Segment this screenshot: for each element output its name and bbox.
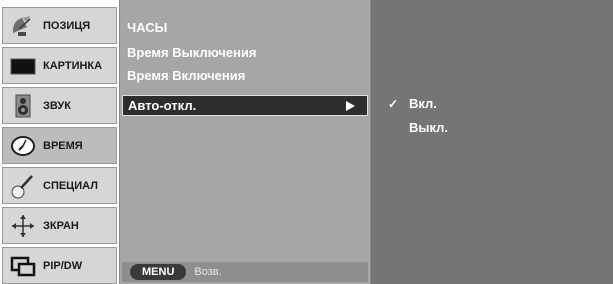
sidebar-item-label: ВРЕМЯ	[43, 139, 83, 152]
arrow-right-icon	[346, 101, 355, 111]
screen-icon	[9, 52, 37, 80]
option-on[interactable]: Вкл.	[409, 96, 437, 111]
sidebar-item-label: КАРТИНКА	[43, 59, 103, 72]
screen-adjust-icon	[9, 212, 37, 240]
sidebar-item-label: ПОЗИЦЯ	[43, 19, 91, 32]
auto-off-submenu: ✓ Вкл. Выкл.	[371, 0, 613, 284]
menu-item-clock[interactable]: ЧАСЫ	[127, 20, 167, 35]
sidebar-item-time[interactable]: ВРЕМЯ	[2, 127, 117, 164]
speaker-icon	[9, 92, 37, 120]
menu-item-on-time[interactable]: Время Включения	[127, 68, 245, 83]
menu-button[interactable]: MENU	[130, 264, 187, 280]
menu-item-off-time[interactable]: Время Выключения	[127, 45, 256, 60]
sidebar-item-screen[interactable]: ЗКРАН	[2, 207, 117, 244]
sidebar-item-sound[interactable]: ЗВУК	[2, 87, 117, 124]
menu-footer: MENU Возв.	[122, 262, 368, 282]
time-menu-panel: ЧАСЫ Время Выключения Время Включения Ав…	[119, 0, 371, 284]
special-icon	[9, 172, 37, 200]
pip-icon	[9, 252, 37, 280]
satellite-dish-icon	[9, 12, 37, 40]
sidebar-item-label: СПЕЦИАЛ	[43, 179, 98, 192]
option-off[interactable]: Выкл.	[409, 120, 448, 135]
menu-item-auto-off[interactable]: Авто-откл.	[122, 95, 368, 116]
sidebar-item-position[interactable]: ПОЗИЦЯ	[2, 7, 117, 44]
sidebar-item-picture[interactable]: КАРТИНКА	[2, 47, 117, 84]
clock-icon	[9, 132, 37, 160]
back-hint: Возв.	[194, 266, 222, 278]
sidebar-item-special[interactable]: СПЕЦИАЛ	[2, 167, 117, 204]
menu-item-label: Авто-откл.	[128, 98, 197, 113]
sidebar-item-label: ЗКРАН	[43, 219, 79, 232]
sidebar: ПОЗИЦЯ КАРТИНКА ЗВУК ВРЕМЯ СПЕЦИАЛ ЗКРАН…	[0, 0, 119, 284]
check-icon: ✓	[388, 97, 399, 111]
sidebar-item-label: ЗВУК	[43, 99, 71, 112]
sidebar-item-label: PIP/DW	[43, 259, 83, 272]
sidebar-item-pip[interactable]: PIP/DW	[2, 247, 117, 284]
